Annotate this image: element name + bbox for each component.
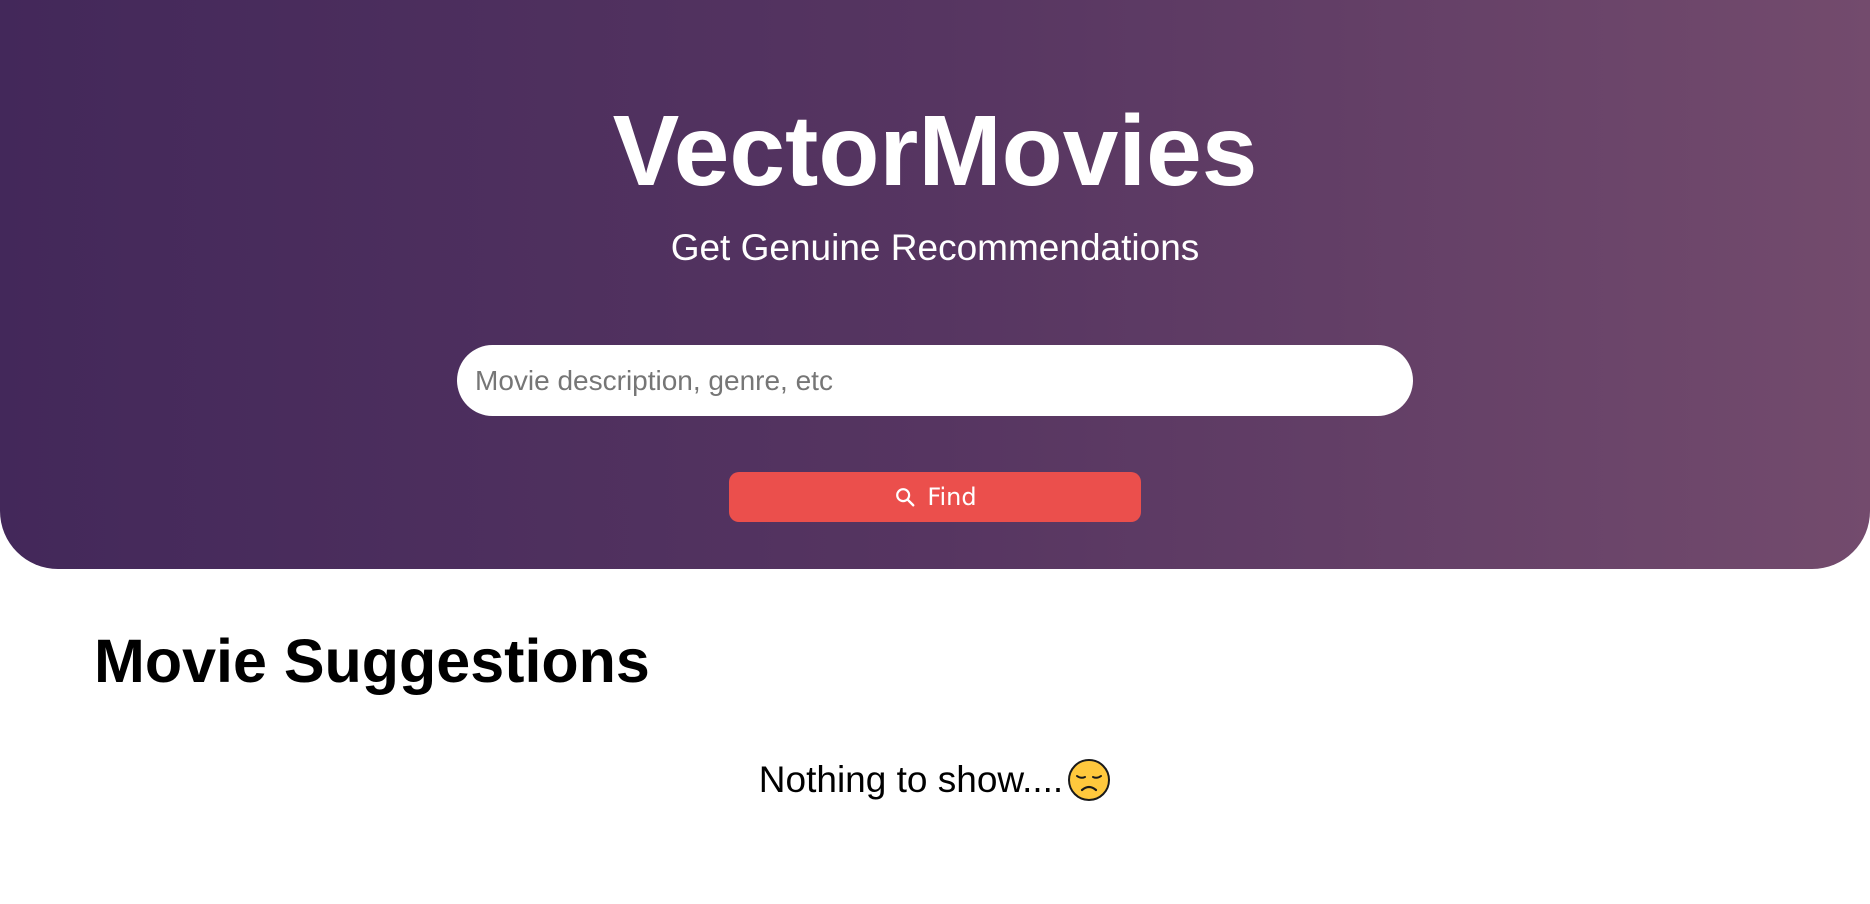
hero-banner: VectorMovies Get Genuine Recommendations…: [0, 0, 1870, 569]
movie-suggestions-heading: Movie Suggestions: [94, 627, 650, 695]
find-button[interactable]: Find: [729, 472, 1141, 522]
empty-state: Nothing to show....: [0, 756, 1870, 804]
app-subtitle: Get Genuine Recommendations: [670, 227, 1200, 268]
search-input[interactable]: [457, 345, 1413, 416]
find-button-label: Find: [927, 483, 977, 511]
app-title: VectorMovies: [612, 95, 1258, 207]
search-icon: [893, 485, 917, 509]
pensive-face-icon: [1067, 758, 1111, 802]
empty-state-text: Nothing to show....: [758, 759, 1064, 800]
